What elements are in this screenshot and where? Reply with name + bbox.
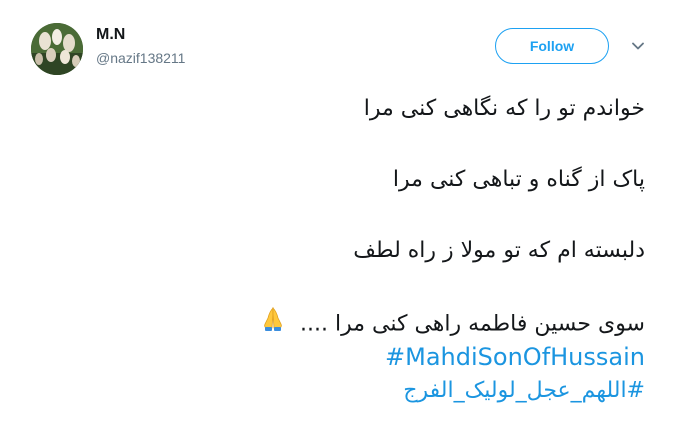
avatar-photo-icon [31,23,83,75]
tweet-line-with-emoji: سوی حسین فاطمه راهی کنی مرا .... [259,306,645,343]
hashtag-link[interactable]: #MahdiSonOfHussain [385,340,645,374]
author-handle[interactable]: @nazif138211 [96,50,185,66]
hashtag-link[interactable]: #اللهم_عجل_لولیک_الفرج [403,374,645,408]
tweet-line: دلبسته ام که تو مولا ز راه لطف [353,238,645,263]
tweet-line: پاک از گناه و تباهی کنی مرا [392,167,645,192]
tweet-line: سوی حسین فاطمه راهی کنی مرا .... [300,311,645,337]
tweet-line: خواندم تو را که نگاهی کنی مرا [363,96,645,121]
author-display-name[interactable]: M.N [96,26,125,44]
chevron-down-icon[interactable] [630,38,646,54]
follow-button[interactable]: Follow [495,28,609,64]
translate-hint[interactable] [30,412,150,426]
tweet-card: M.N @nazif138211 Follow خواندم تو را که … [0,0,679,423]
avatar[interactable] [31,23,83,75]
folded-hands-icon [259,306,287,343]
